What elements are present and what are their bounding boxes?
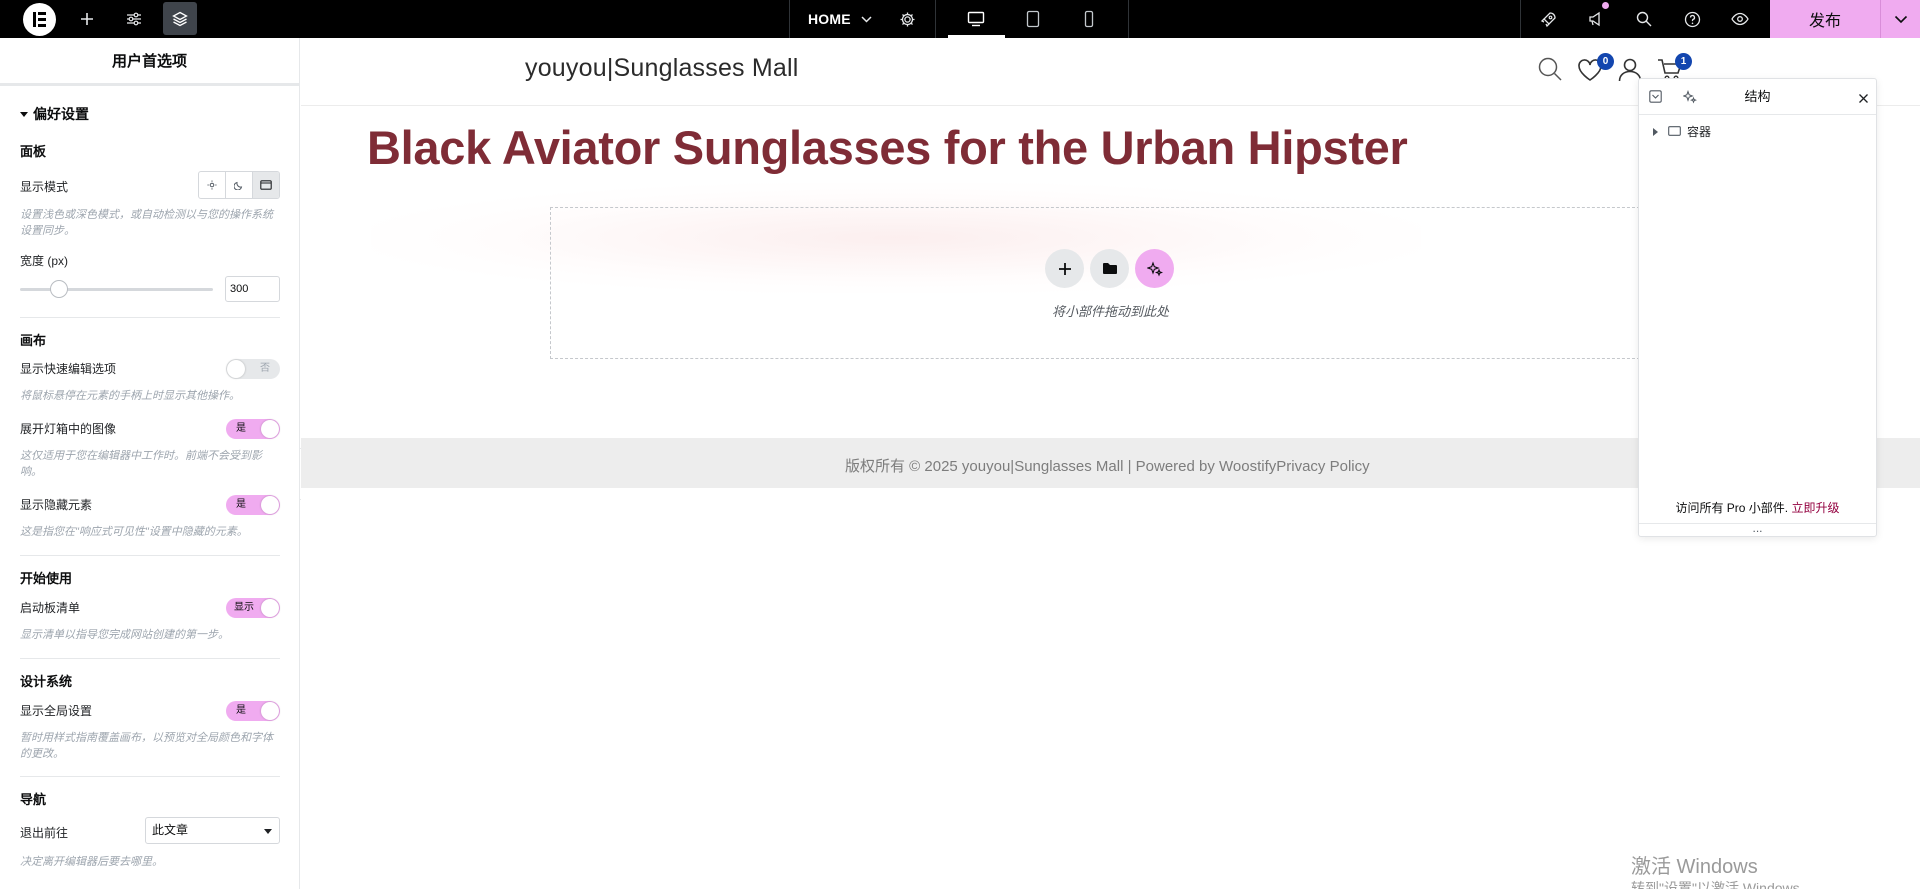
- lightbox-hint: 这仅适用于您在编辑器中工作时。前端不会受到影响。: [20, 450, 262, 478]
- navigator-item-label: 容器: [1687, 125, 1712, 139]
- toggle-text: 否: [260, 363, 270, 374]
- auto-mode-window-icon[interactable]: [253, 172, 279, 198]
- group-title-nav: 导航: [20, 792, 47, 807]
- collapse-all-icon[interactable]: [1649, 90, 1662, 108]
- divider: [20, 658, 280, 659]
- width-label: 宽度 (px): [20, 254, 69, 268]
- expand-caret-icon[interactable]: [1653, 127, 1658, 136]
- width-slider-track[interactable]: [20, 288, 213, 291]
- add-element-icon[interactable]: [74, 0, 100, 38]
- upgrade-link[interactable]: 立即升级: [1792, 501, 1840, 515]
- activate-windows-title: 激活 Windows: [1631, 856, 1758, 878]
- toggle-text: 是: [236, 705, 246, 716]
- editor-topbar: HOME 发布: [0, 0, 1920, 38]
- wishlist-count-badge: 0: [1597, 53, 1614, 70]
- width-input[interactable]: 300: [225, 276, 280, 302]
- divider: [20, 555, 280, 556]
- layers-icon[interactable]: [167, 0, 193, 38]
- preferences-panel: 用户首选项 偏好设置 面板 显示模式 设置浅色或深色模式，或自动检测以与您的操作…: [0, 38, 300, 889]
- group-title-panel: 面板: [20, 144, 47, 159]
- caret-down-icon: [20, 111, 28, 117]
- display-mode-label: 显示模式: [20, 180, 69, 194]
- header-search-icon[interactable]: [1537, 56, 1563, 87]
- exit-to-hint: 决定离开编辑器后要去哪里。: [20, 856, 163, 868]
- group-title-design: 设计系统: [20, 674, 73, 689]
- ai-sparkle-icon[interactable]: [1135, 249, 1174, 288]
- checklist-hint: 显示清单以指导您完成网站创建的第一步。: [20, 629, 229, 641]
- dropzone-hint: 将小部件拖动到此处: [1052, 304, 1170, 319]
- chevron-down-icon[interactable]: [858, 0, 874, 38]
- quick-edit-label: 显示快速编辑选项: [20, 362, 117, 376]
- toggle-text: 是: [236, 423, 246, 434]
- group-title-canvas: 画布: [20, 333, 47, 348]
- global-settings-label: 显示全局设置: [20, 704, 93, 718]
- cart-count-badge: 1: [1675, 53, 1692, 70]
- notification-dot: [1602, 2, 1609, 9]
- template-library-folder-icon[interactable]: [1090, 249, 1129, 288]
- container-icon: [1668, 125, 1681, 139]
- display-mode-switcher: [198, 171, 280, 199]
- help-icon[interactable]: [1680, 0, 1704, 38]
- global-settings-hint: 暂时用样式指南覆盖画布，以预览对全局颜色和字体的更改。: [20, 732, 273, 760]
- navigator-item-container[interactable]: 容器: [1653, 123, 1711, 140]
- close-icon[interactable]: [1858, 91, 1869, 109]
- panel-title: 用户首选项: [0, 38, 299, 86]
- hidden-elements-hint: 这是指您在"响应式可见性"设置中隐藏的元素。: [20, 526, 248, 538]
- tablet-view-icon[interactable]: [1020, 0, 1046, 38]
- hidden-elements-label: 显示隐藏元素: [20, 498, 93, 512]
- desktop-view-icon[interactable]: [963, 0, 989, 38]
- hidden-elements-toggle[interactable]: 是: [226, 495, 280, 515]
- exit-to-select[interactable]: 此文章: [145, 817, 280, 844]
- publish-button[interactable]: 发布: [1770, 0, 1880, 38]
- pro-promo: 访问所有 Pro 小部件. 立即升级: [1639, 499, 1876, 516]
- select-arrow-icon: [264, 829, 272, 834]
- navigator-title: 结构: [1744, 89, 1771, 104]
- toggle-text: 是: [236, 499, 246, 510]
- group-title-start: 开始使用: [20, 571, 73, 586]
- section-title: 偏好设置: [33, 106, 89, 122]
- elementor-logo-icon[interactable]: [23, 3, 56, 36]
- launchpad-rocket-icon[interactable]: [1536, 0, 1560, 38]
- lightbox-toggle[interactable]: 是: [226, 419, 280, 439]
- exit-to-label: 退出前往: [20, 826, 69, 840]
- exit-to-value: 此文章: [152, 823, 189, 837]
- quick-edit-hint: 将鼠标悬停在元素的手柄上时显示其他操作。: [20, 390, 240, 402]
- ai-sparkle-icon[interactable]: [1682, 89, 1697, 109]
- dark-mode-moon-icon[interactable]: [226, 172, 253, 198]
- checklist-toggle[interactable]: 显示: [226, 598, 280, 618]
- preview-eye-icon[interactable]: [1728, 0, 1752, 38]
- width-slider-thumb[interactable]: [49, 280, 68, 298]
- navigator-header: 结构: [1639, 79, 1876, 115]
- site-settings-icon[interactable]: [121, 0, 147, 38]
- publish-options-chevron-icon[interactable]: [1881, 0, 1920, 38]
- activate-windows-subtitle: 转到"设置"以激活 Windows。: [1631, 880, 1814, 889]
- global-settings-toggle[interactable]: 是: [226, 701, 280, 721]
- search-icon[interactable]: [1632, 0, 1656, 38]
- add-section-plus-icon[interactable]: [1045, 249, 1084, 288]
- site-title[interactable]: youyou|Sunglasses Mall: [525, 54, 799, 83]
- toggle-text: 显示: [234, 602, 254, 613]
- page-selector[interactable]: HOME: [808, 0, 851, 38]
- preferences-section-toggle[interactable]: 偏好设置: [20, 104, 89, 124]
- light-mode-sun-icon[interactable]: [199, 172, 226, 198]
- quick-edit-toggle[interactable]: 否: [226, 359, 280, 379]
- mobile-view-icon[interactable]: [1076, 0, 1102, 38]
- divider: [20, 776, 280, 777]
- navigator-resize-handle[interactable]: ...: [1639, 522, 1876, 537]
- divider: [20, 317, 280, 318]
- footer-copyright[interactable]: 版权所有 © 2025 youyou|Sunglasses Mall | Pow…: [845, 455, 1370, 476]
- pro-promo-text: 访问所有 Pro 小部件.: [1675, 501, 1789, 515]
- structure-navigator: 结构 容器 访问所有 Pro 小部件. 立即升级 ...: [1638, 78, 1877, 537]
- page-settings-gear-icon[interactable]: [896, 0, 918, 38]
- checklist-label: 启动板清单: [20, 601, 81, 615]
- display-mode-hint: 设置浅色或深色模式，或自动检测以与您的操作系统设置同步。: [20, 209, 273, 237]
- page-headline[interactable]: Black Aviator Sunglasses for the Urban H…: [367, 120, 1408, 175]
- lightbox-label: 展开灯箱中的图像: [20, 422, 117, 436]
